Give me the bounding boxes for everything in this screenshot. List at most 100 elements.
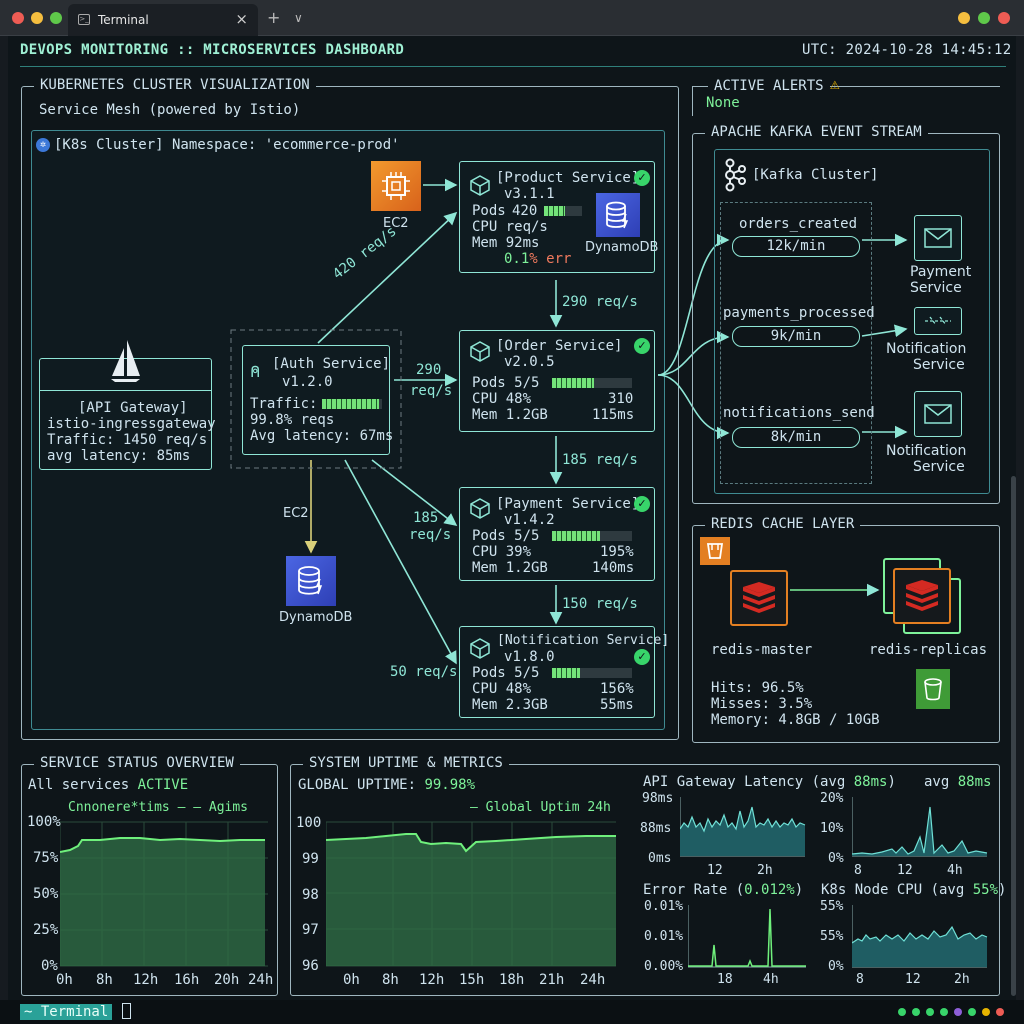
consumer-label: Service	[913, 459, 965, 475]
edge-label-auth-payment-unit: req/s	[409, 527, 452, 543]
terminal-prompt[interactable]: ~ Terminal	[20, 1004, 113, 1020]
product-cpu: CPU req/s	[472, 219, 548, 235]
error-percent-xtick: 12	[897, 863, 913, 878]
product-pods-bar	[544, 206, 582, 216]
redis-panel-title: REDIS CACHE LAYER	[705, 516, 861, 532]
node-cpu-title: K8s Node CPU (avg 55%)	[821, 882, 1007, 898]
auth-reqs: 99.8% reqs	[250, 412, 335, 428]
status-xtick: 24h	[248, 972, 274, 988]
order-mem: Mem 1.2GB	[472, 407, 548, 423]
edge-label-product-order: 290 req/s	[562, 294, 638, 310]
dynamodb-auth-label: DynamoDB	[279, 610, 353, 625]
uptime-xtick: 0h	[343, 972, 360, 988]
error-rate-xtick: 4h	[763, 972, 779, 987]
latency-chart	[680, 797, 806, 857]
uptime-xtick: 24h	[580, 972, 606, 988]
uptime-xtick: 15h	[459, 972, 485, 988]
latency-title: API Gateway Latency (avg 88ms)	[643, 774, 896, 790]
uptime-xtick: 12h	[419, 972, 445, 988]
node-cpu-ytick: 55%	[820, 929, 844, 944]
node-cpu-ytick: 0%	[828, 959, 844, 974]
notification-mem: Mem 2.3GB	[472, 697, 548, 713]
uptime-panel-title: SYSTEM UPTIME & METRICS	[303, 755, 509, 771]
redis-replicas-icon	[893, 568, 951, 624]
consumer-notification-icon	[914, 307, 962, 335]
scrollbar-thumb[interactable]	[1011, 476, 1016, 996]
uptime-chart	[326, 821, 616, 967]
latency-avg: avg 88ms	[924, 774, 992, 790]
istio-sail-icon	[111, 340, 140, 382]
api-gateway-label: [API Gateway]	[78, 400, 188, 416]
product-pods-value: 420	[512, 203, 538, 219]
product-db-label: DynamoDB	[585, 240, 659, 255]
notification-service-label: [Notification Service]	[497, 633, 670, 648]
error-percent-ytick: 20%	[820, 791, 844, 806]
notification-pods-bar	[552, 668, 632, 678]
notification-ok-icon: ✓	[634, 649, 650, 665]
auth-service-version: v1.2.0	[282, 374, 333, 390]
uptime-xtick: 18h	[499, 972, 525, 988]
error-rate-ytick: 0.01%	[644, 899, 684, 914]
status-area	[60, 838, 265, 966]
latency-xtick: 12	[707, 863, 723, 878]
edge-label-order-payment: 185 req/s	[562, 452, 638, 468]
uptime-ytick: 99	[302, 851, 319, 867]
consumer-label: Notification	[886, 341, 967, 357]
consumer-label: Service	[910, 280, 962, 296]
redis-master-label: redis-master	[711, 642, 813, 658]
product-pods-label: Pods	[472, 203, 506, 219]
node-cpu-chart	[852, 905, 988, 968]
api-gateway-traffic: Traffic: 1450 req/s	[47, 432, 208, 448]
status-ytick: 50%	[33, 886, 59, 902]
status-dot	[926, 1008, 934, 1016]
uptime-legend: — Global Uptim 24h	[470, 800, 611, 815]
status-dot	[912, 1008, 920, 1016]
edge-label-auth-order: 290	[416, 362, 442, 378]
order-cpu-value: 310	[608, 391, 634, 407]
notification-pods: Pods 5/5	[472, 665, 540, 681]
redis-hits: Hits: 96.5%	[711, 680, 804, 696]
status-dot	[996, 1008, 1004, 1016]
ec2-auth-label: EC2	[283, 506, 309, 521]
kafka-topic-rate[interactable]: 9k/min	[732, 326, 860, 347]
uptime-ytick: 96	[302, 958, 319, 974]
status-dot	[968, 1008, 976, 1016]
payment-pods: Pods 5/5	[472, 528, 540, 544]
uptime-xtick: 8h	[382, 972, 399, 988]
status-xtick: 8h	[96, 972, 113, 988]
product-version: v3.1.1	[504, 186, 555, 202]
error-rate-series	[688, 908, 806, 967]
order-mem-value: 115ms	[592, 407, 635, 423]
status-overview-title: SERVICE STATUS OVERVIEW	[34, 755, 240, 771]
redis-misses: Misses: 3.5%	[711, 696, 813, 712]
cursor	[122, 1003, 131, 1019]
notification-cpu-value: 156%	[600, 681, 634, 697]
consumer-label: Payment	[910, 264, 972, 280]
product-ok-icon: ✓	[634, 170, 650, 186]
node-cpu-xtick: 2h	[954, 972, 970, 987]
payment-mem-value: 140ms	[592, 560, 635, 576]
order-pods-bar	[552, 378, 632, 388]
edge-label-payment-notif: 150 req/s	[562, 596, 638, 612]
order-cpu: CPU 48%	[472, 391, 532, 407]
payment-cpu: CPU 39%	[472, 544, 532, 560]
kafka-topic-rate[interactable]: 8k/min	[732, 427, 860, 448]
payment-pods-bar	[552, 531, 632, 541]
product-mem: Mem 92ms	[472, 235, 540, 251]
order-service-label: [Order Service]	[496, 338, 623, 354]
s3-bucket-icon	[916, 669, 950, 709]
payment-service-label: [Payment Service]	[496, 496, 640, 512]
consumer-mail-icon	[914, 215, 962, 261]
auth-user-icon: ⍝	[250, 362, 261, 382]
latency-ytick: 0ms	[648, 851, 672, 866]
service-cube-icon	[470, 498, 490, 519]
status-bar: ~ Terminal	[0, 1000, 1024, 1024]
status-dot	[940, 1008, 948, 1016]
order-ok-icon: ✓	[634, 338, 650, 354]
kafka-topic-rate[interactable]: 12k/min	[732, 236, 860, 257]
ec2-chip-icon	[371, 161, 421, 211]
global-uptime: GLOBAL UPTIME: 99.98%	[298, 777, 476, 793]
status-ytick: 100%	[27, 814, 61, 830]
node-cpu-xtick: 12	[905, 972, 921, 987]
dynamodb-icon	[286, 556, 336, 606]
